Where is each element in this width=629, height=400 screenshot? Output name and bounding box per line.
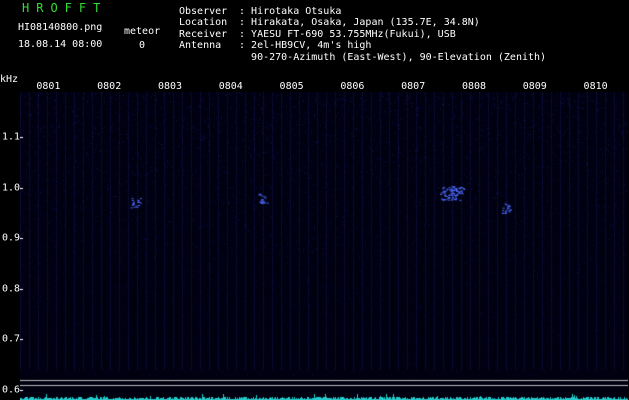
y-tick-label: 0.7 — [2, 333, 21, 345]
info-label: Observer — [179, 6, 228, 17]
info-value: 90-270-Azimuth (East-West), 90-Elevation… — [251, 51, 547, 63]
y-tick-label: 0.8 — [2, 283, 21, 295]
info-value: 2el-HB9CV, 4m's high — [251, 40, 372, 52]
meteor-label: meteor — [124, 26, 161, 37]
info-value: Hirakata, Osaka, Japan (135.7E, 34.8N) — [251, 17, 480, 29]
y-unit-label: kHz — [0, 74, 19, 85]
x-tick-label: 0804 — [218, 81, 243, 92]
info-value: Hirotaka Otsuka — [251, 6, 342, 17]
x-tick-label: 0805 — [279, 81, 304, 92]
app-title: HROFFT — [22, 1, 108, 15]
x-tick-label: 0808 — [461, 81, 487, 92]
x-tick-label: 0806 — [340, 81, 365, 92]
station-info: Observer: Hirotaka Otsuka Location: Hira… — [179, 6, 546, 63]
y-tick-label: 1.1 — [2, 131, 21, 143]
info-separator — [239, 52, 251, 63]
timestamp: 18.08.14 08:00 — [18, 39, 103, 50]
y-tick-label: 0.9 — [2, 232, 21, 244]
info-label — [179, 52, 239, 63]
x-tick-label: 0802 — [97, 81, 122, 92]
x-tick-label: 0810 — [583, 81, 608, 92]
info-value: YAESU FT-690 53.755MHz(Fukui), USB — [251, 28, 456, 40]
x-tick-label: 0803 — [157, 81, 183, 92]
info-separator: : — [239, 6, 252, 17]
info-label: Antenna — [179, 40, 222, 52]
info-separator: : — [239, 40, 252, 52]
info-row-antenna: Antenna: 2el-HB9CV, 4m's high — [179, 40, 546, 51]
x-tick-label: 0807 — [401, 81, 426, 92]
info-row-location: Location: Hirakata, Osaka, Japan (135.7E… — [179, 17, 546, 28]
x-tick-label: 0809 — [522, 81, 547, 92]
info-row-observer: Observer: Hirotaka Otsuka — [179, 6, 546, 17]
y-tick-label: 0.6 — [2, 384, 21, 396]
info-label: Receiver — [179, 28, 228, 40]
x-tick-label: 0801 — [36, 81, 61, 92]
spectrogram-canvas — [20, 92, 628, 400]
info-label: Location — [179, 17, 228, 29]
info-row-antenna-orientation: 90-270-Azimuth (East-West), 90-Elevation… — [179, 52, 546, 63]
info-separator: : — [239, 28, 252, 40]
meteor-count: 0 — [139, 40, 146, 51]
y-tick-label: 1.0 — [2, 182, 21, 194]
info-separator: : — [239, 17, 252, 29]
file-name: HI08140800.png — [18, 22, 103, 33]
info-row-receiver: Receiver: YAESU FT-690 53.755MHz(Fukui),… — [179, 29, 546, 40]
